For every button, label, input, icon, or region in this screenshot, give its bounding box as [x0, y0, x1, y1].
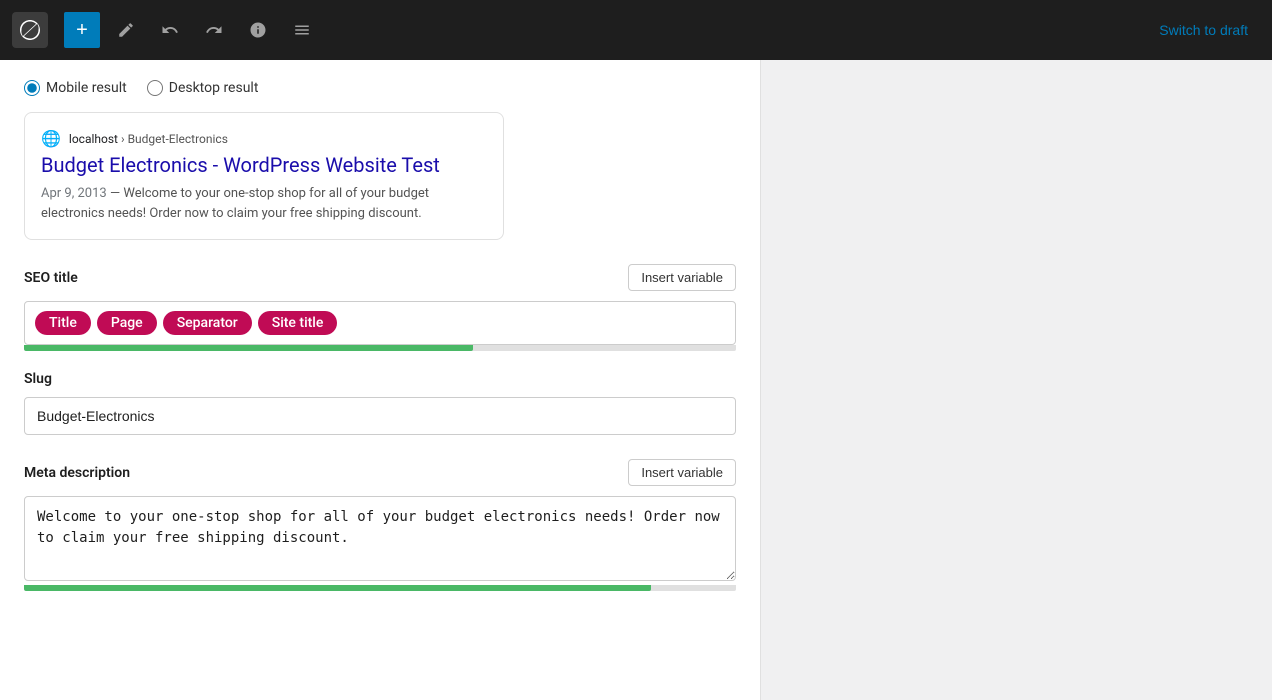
seo-title-header: SEO title Insert variable: [24, 264, 736, 291]
site-title-pill[interactable]: Site title: [258, 311, 338, 335]
meta-description-insert-variable-button[interactable]: Insert variable: [628, 459, 736, 486]
slug-label: Slug: [24, 371, 52, 387]
info-button[interactable]: [240, 12, 276, 48]
slug-input[interactable]: [24, 397, 736, 435]
page-pill[interactable]: Page: [97, 311, 157, 335]
meta-description-progress-fill: [24, 585, 651, 591]
meta-description-header: Meta description Insert variable: [24, 459, 736, 486]
meta-description-label: Meta description: [24, 465, 130, 481]
meta-description-textarea[interactable]: [24, 496, 736, 581]
result-type-row: Mobile result Desktop result: [24, 80, 736, 96]
mobile-result-label[interactable]: Mobile result: [24, 80, 127, 96]
switch-to-draft-button[interactable]: Switch to draft: [1147, 14, 1260, 46]
url-row: 🌐 localhost › Budget-Electronics: [41, 129, 487, 148]
slug-section: Slug: [24, 371, 736, 435]
content-area: Mobile result Desktop result 🌐 localhost…: [0, 60, 760, 700]
desktop-result-radio[interactable]: [147, 80, 163, 96]
mobile-result-radio[interactable]: [24, 80, 40, 96]
desktop-result-label[interactable]: Desktop result: [147, 80, 259, 96]
undo-button[interactable]: [152, 12, 188, 48]
preview-meta: Apr 9, 2013 — Welcome to your one-stop s…: [41, 184, 487, 223]
preview-url: localhost › Budget-Electronics: [69, 132, 228, 146]
edit-icon-button[interactable]: [108, 12, 144, 48]
title-pill[interactable]: Title: [35, 311, 91, 335]
menu-button[interactable]: [284, 12, 320, 48]
meta-description-section: Meta description Insert variable: [24, 459, 736, 591]
preview-title[interactable]: Budget Electronics - WordPress Website T…: [41, 152, 487, 178]
seo-title-pills-container[interactable]: Title Page Separator Site title: [24, 301, 736, 345]
redo-button[interactable]: [196, 12, 232, 48]
slug-header: Slug: [24, 371, 736, 387]
wordpress-logo: [12, 12, 48, 48]
sidebar: [760, 60, 1272, 700]
seo-title-progress-bar: [24, 345, 736, 351]
seo-title-section: SEO title Insert variable Title Page Sep…: [24, 264, 736, 351]
meta-description-progress-bar: [24, 585, 736, 591]
search-preview-card: 🌐 localhost › Budget-Electronics Budget …: [24, 112, 504, 240]
seo-title-progress-fill: [24, 345, 473, 351]
add-button[interactable]: +: [64, 12, 100, 48]
seo-title-label: SEO title: [24, 270, 78, 286]
toolbar: + Switch to draft: [0, 0, 1272, 60]
globe-icon: 🌐: [41, 129, 61, 148]
separator-pill[interactable]: Separator: [163, 311, 252, 335]
seo-title-insert-variable-button[interactable]: Insert variable: [628, 264, 736, 291]
main-area: Mobile result Desktop result 🌐 localhost…: [0, 60, 1272, 700]
